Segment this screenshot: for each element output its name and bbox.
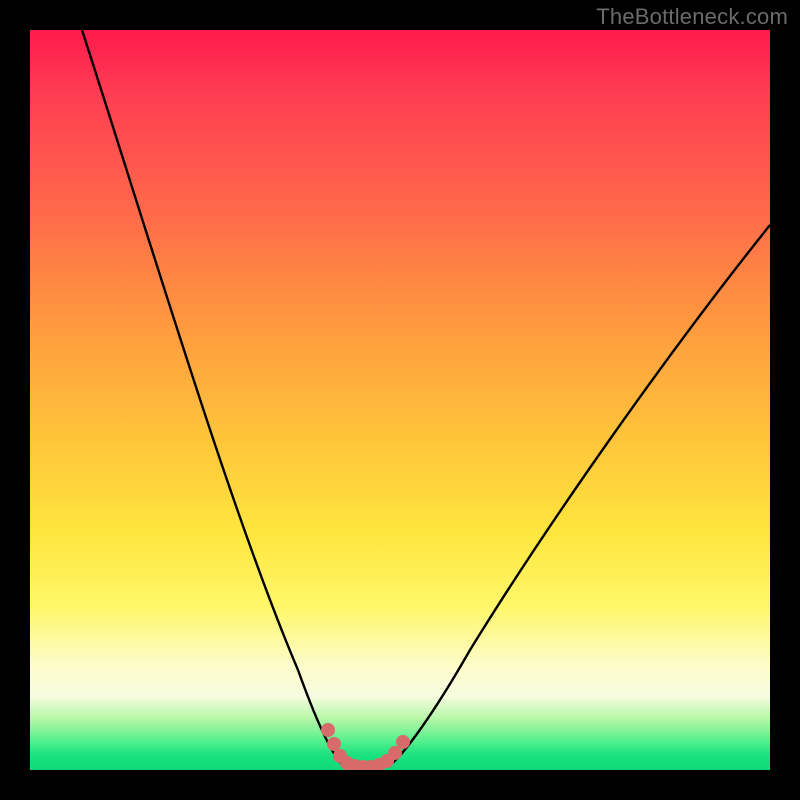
watermark-text: TheBottleneck.com (596, 4, 788, 30)
outer-frame: TheBottleneck.com (0, 0, 800, 800)
bottleneck-curve (82, 30, 770, 767)
optimal-range-marker (321, 723, 410, 770)
chart-svg (30, 30, 770, 770)
chart-plot-area (30, 30, 770, 770)
